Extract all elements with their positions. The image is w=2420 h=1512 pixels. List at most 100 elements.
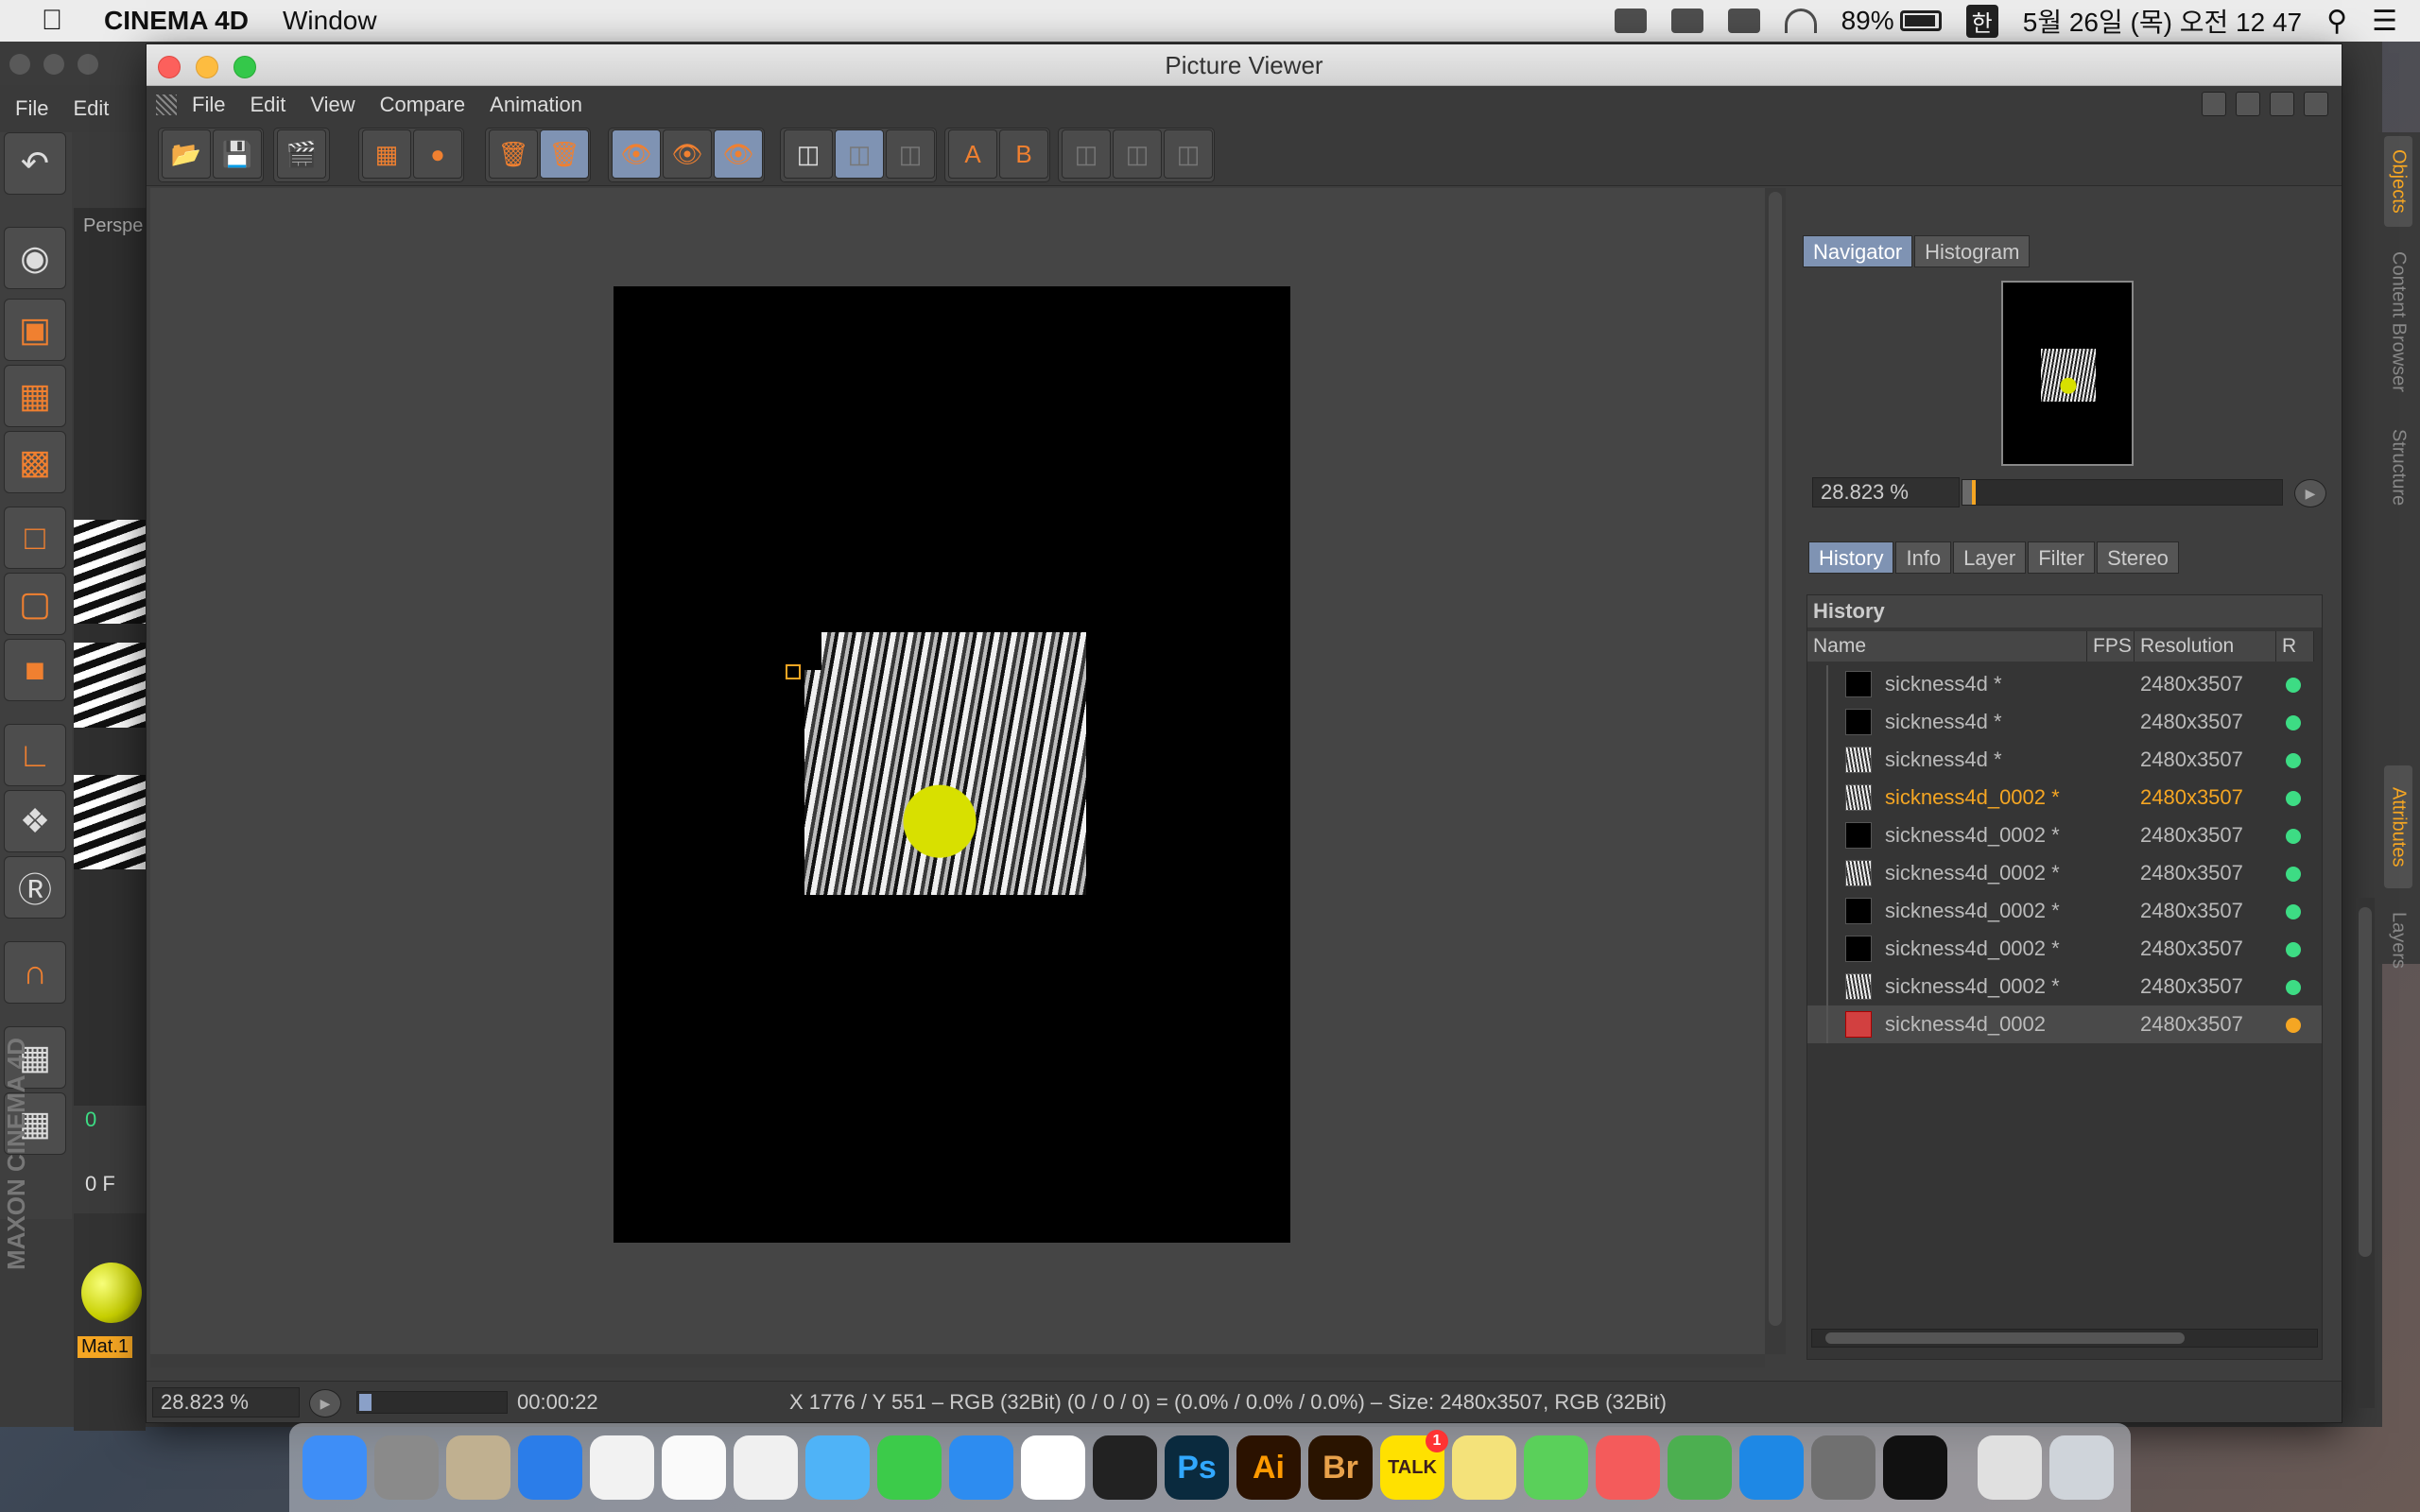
stereo-1-icon[interactable]: ◫ bbox=[1062, 129, 1111, 179]
tab-layers[interactable]: Layers bbox=[2384, 898, 2412, 983]
stereo-2-icon[interactable]: ◫ bbox=[1113, 129, 1162, 179]
tab-info[interactable]: Info bbox=[1895, 541, 1952, 574]
render-region-icon[interactable]: ▦ bbox=[362, 129, 411, 179]
history-row[interactable]: sickness4d * 2480x3507 bbox=[1807, 703, 2322, 741]
clock[interactable]: 5월 26일 (목) 오전 12 47 bbox=[2023, 2, 2302, 40]
spotlight-icon[interactable]: ⚲ bbox=[2326, 5, 2347, 38]
tab-objects[interactable]: Objects bbox=[2384, 136, 2412, 227]
set-b-icon[interactable]: B bbox=[999, 129, 1048, 179]
undo-icon[interactable]: ↶ bbox=[4, 132, 66, 195]
col-resolution[interactable]: Resolution bbox=[2135, 631, 2276, 662]
close-button[interactable] bbox=[158, 56, 181, 78]
history-row[interactable]: sickness4d_0002 * 2480x3507 bbox=[1807, 892, 2322, 930]
tab-history[interactable]: History bbox=[1808, 541, 1894, 574]
axis-icon[interactable]: ∟ bbox=[4, 724, 66, 786]
c4d-close-button[interactable] bbox=[9, 54, 30, 75]
finder-icon[interactable] bbox=[302, 1435, 367, 1500]
edges-mode-icon[interactable]: ▢ bbox=[4, 573, 66, 635]
compare-ab-icon[interactable]: ◫ bbox=[784, 129, 833, 179]
history-row[interactable]: sickness4d_0002 * 2480x3507 bbox=[1807, 779, 2322, 816]
wifi-icon[interactable] bbox=[1784, 9, 1817, 33]
illustrator-icon[interactable]: Ai bbox=[1236, 1435, 1301, 1500]
c4d-menu-edit[interactable]: Edit bbox=[73, 96, 109, 121]
image-canvas[interactable] bbox=[150, 188, 1765, 1354]
launchpad-icon[interactable] bbox=[374, 1435, 439, 1500]
input-source[interactable]: 한 bbox=[1965, 4, 1998, 38]
compare-swap-icon[interactable]: ◫ bbox=[886, 129, 935, 179]
view-ab-icon[interactable]: 👁 bbox=[714, 129, 763, 179]
view-b-icon[interactable]: 👁 bbox=[663, 129, 712, 179]
c4d-zoom-button[interactable] bbox=[78, 54, 98, 75]
terminal-icon[interactable] bbox=[1883, 1435, 1947, 1500]
material-name[interactable]: Mat.1 bbox=[78, 1336, 133, 1358]
col-r[interactable]: R bbox=[2276, 631, 2314, 662]
fontbook-icon[interactable] bbox=[446, 1435, 510, 1500]
navigator-zoom-field[interactable]: 28.823 % bbox=[1812, 477, 1960, 507]
menu-view[interactable]: View bbox=[310, 93, 354, 117]
history-row[interactable]: sickness4d_0002 * 2480x3507 bbox=[1807, 854, 2322, 892]
stickies-icon[interactable] bbox=[1452, 1435, 1516, 1500]
col-fps[interactable]: FPS bbox=[2087, 631, 2135, 662]
polygons-mode-icon[interactable]: ■ bbox=[4, 639, 66, 701]
history-row[interactable]: sickness4d_0002 * 2480x3507 bbox=[1807, 968, 2322, 1005]
tab-histogram[interactable]: Histogram bbox=[1914, 235, 2031, 267]
delete-image-icon[interactable]: 🗑 bbox=[489, 129, 538, 179]
messages-icon[interactable] bbox=[805, 1435, 870, 1500]
tab-stereo[interactable]: Stereo bbox=[2097, 541, 2179, 574]
play-icon[interactable]: ▶ bbox=[309, 1389, 341, 1418]
safari-icon[interactable] bbox=[518, 1435, 582, 1500]
history-horizontal-scrollbar[interactable] bbox=[1811, 1329, 2318, 1348]
archive-icon[interactable] bbox=[1978, 1435, 2042, 1500]
notification-center-icon[interactable]: ☰ bbox=[2372, 5, 2397, 38]
history-row[interactable]: sickness4d_0002 * 2480x3507 bbox=[1807, 930, 2322, 968]
notes-icon[interactable] bbox=[590, 1435, 654, 1500]
navigator-play-icon[interactable]: ▶ bbox=[2294, 479, 2326, 507]
appstore-icon[interactable] bbox=[949, 1435, 1013, 1500]
notification-status-icon[interactable] bbox=[1670, 9, 1703, 33]
menu-window[interactable]: Window bbox=[283, 6, 377, 36]
kakaotalk-icon[interactable]: TALK 1 bbox=[1380, 1430, 1448, 1500]
photoshop-icon[interactable]: Ps bbox=[1165, 1435, 1229, 1500]
canvas-horizontal-scrollbar[interactable] bbox=[150, 1354, 1765, 1367]
navigator-zoom-slider[interactable] bbox=[1962, 479, 2283, 506]
c4d-menu-file[interactable]: File bbox=[15, 96, 48, 121]
trash-icon[interactable] bbox=[2049, 1435, 2114, 1500]
photos-icon[interactable] bbox=[734, 1435, 798, 1500]
workplane-icon[interactable]: ▩ bbox=[4, 431, 66, 493]
minimize-button[interactable] bbox=[196, 56, 218, 78]
paper-plane-status-icon[interactable] bbox=[1614, 9, 1647, 33]
set-a-icon[interactable]: A bbox=[948, 129, 997, 179]
cube-icon[interactable]: ▣ bbox=[4, 299, 66, 361]
history-row[interactable]: sickness4d * 2480x3507 bbox=[1807, 741, 2322, 779]
menu-grip-icon[interactable] bbox=[156, 94, 177, 115]
frame-field-2[interactable]: 0 F bbox=[85, 1172, 142, 1196]
menu-animation[interactable]: Animation bbox=[490, 93, 582, 117]
paper-plane-icon[interactable] bbox=[1524, 1435, 1588, 1500]
tab-content-browser[interactable]: Content Browser bbox=[2384, 236, 2412, 406]
tab-navigator[interactable]: Navigator bbox=[1803, 235, 1913, 267]
menu-edit[interactable]: Edit bbox=[250, 93, 285, 117]
layout-split-icon[interactable] bbox=[2202, 92, 2226, 116]
reminders-icon[interactable] bbox=[662, 1435, 726, 1500]
tab-attributes[interactable]: Attributes bbox=[2384, 765, 2412, 888]
expand-icon[interactable] bbox=[2304, 92, 2328, 116]
apple-menu-icon[interactable]:  bbox=[0, 5, 104, 37]
bold-status-icon[interactable] bbox=[1727, 9, 1760, 33]
battery-status[interactable]: 89% bbox=[1841, 6, 1942, 36]
history-row[interactable]: sickness4d_0002 2480x3507 bbox=[1807, 1005, 2322, 1043]
frame-field[interactable]: 0 bbox=[85, 1108, 142, 1132]
menu-compare[interactable]: Compare bbox=[380, 93, 465, 117]
chrome-icon[interactable] bbox=[1021, 1435, 1085, 1500]
material-preview[interactable] bbox=[81, 1263, 142, 1323]
compare-split-icon[interactable]: ◫ bbox=[835, 129, 884, 179]
view-a-icon[interactable]: 👁 bbox=[612, 129, 661, 179]
delete-all-icon[interactable]: 🗑 bbox=[540, 129, 589, 179]
facetime-icon[interactable] bbox=[877, 1435, 942, 1500]
system-preferences-icon[interactable] bbox=[1811, 1435, 1876, 1500]
app-menu[interactable]: CINEMA 4D bbox=[104, 6, 249, 36]
texture-mode-icon[interactable]: ▦ bbox=[4, 365, 66, 427]
history-row[interactable]: sickness4d * 2480x3507 bbox=[1807, 665, 2322, 703]
history-row[interactable]: sickness4d_0002 * 2480x3507 bbox=[1807, 816, 2322, 854]
tab-filter[interactable]: Filter bbox=[2028, 541, 2096, 574]
colorsync-icon[interactable] bbox=[1596, 1435, 1660, 1500]
